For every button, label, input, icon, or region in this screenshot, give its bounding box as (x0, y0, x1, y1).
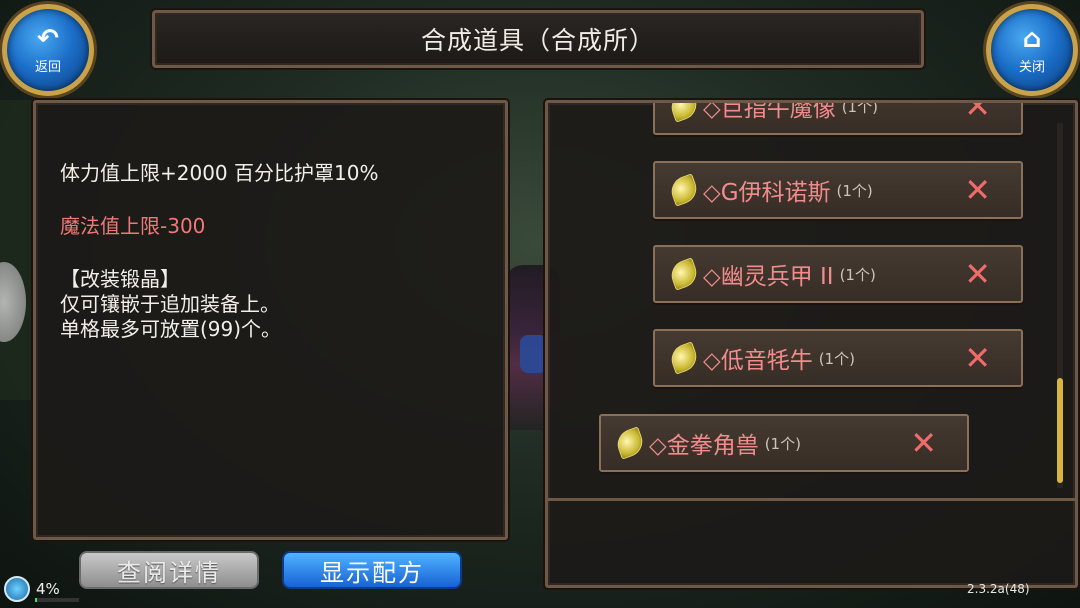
status-percent: 4% (36, 580, 60, 598)
material-count: (1个) (841, 103, 878, 116)
result-slot-area (548, 498, 1075, 585)
description-category: 【改装锻晶】 (60, 267, 180, 291)
item-description: 体力值上限+2000 百分比护罩10% 魔法值上限-300 【改装锻晶】 仅可镶… (60, 161, 378, 342)
remove-material-button[interactable]: ✕ (964, 339, 991, 377)
page-title: 合成道具（合成所） (420, 26, 655, 55)
description-rule-2: 单格最多可放置(99)个。 (60, 317, 282, 341)
materials-list[interactable]: ◇巨指牛魔像 (1个) ✕ ◇G伊科诺斯 (1个) ✕ ◇幽灵兵甲 II (1个… (548, 103, 1075, 493)
status-progress-bar (35, 598, 79, 602)
title-bar: 合成道具（合成所） (152, 10, 924, 68)
material-count: (1个) (818, 349, 855, 368)
description-rule-1: 仅可镶嵌于追加装备上。 (60, 292, 280, 316)
leaf-crystal-icon (667, 103, 701, 123)
materials-scrollbar-thumb[interactable] (1057, 378, 1063, 483)
material-count: (1个) (839, 265, 876, 284)
version-label: 2.3.2a(48) (967, 582, 1030, 596)
home-icon: ⌂ (1022, 23, 1042, 54)
back-button-label: 返回 (34, 59, 61, 75)
material-item[interactable]: ◇G伊科诺斯 (1个) ✕ (653, 161, 1023, 219)
return-arrow-icon: ↶ (37, 23, 59, 54)
remove-material-button[interactable]: ✕ (964, 255, 991, 293)
material-item-dragging[interactable]: ◇金拳角兽 (1个) ✕ (599, 414, 969, 472)
remove-material-button[interactable]: ✕ (964, 171, 991, 209)
material-name: ◇低音牦牛 (703, 348, 813, 374)
leaf-crystal-icon (613, 426, 647, 460)
material-item[interactable]: ◇巨指牛魔像 (1个) ✕ (653, 103, 1023, 135)
player-character-accessory (520, 335, 548, 373)
remove-material-button[interactable]: ✕ (910, 424, 937, 462)
material-item[interactable]: ◇低音牦牛 (1个) ✕ (653, 329, 1023, 387)
leaf-crystal-icon (667, 173, 701, 207)
material-count: (1个) (764, 434, 801, 453)
material-name: ◇G伊科诺斯 (703, 180, 831, 206)
materials-panel: ◇巨指牛魔像 (1个) ✕ ◇G伊科诺斯 (1个) ✕ ◇幽灵兵甲 II (1个… (545, 100, 1078, 588)
material-name: ◇幽灵兵甲 II (703, 264, 834, 290)
description-negative-stat: 魔法值上限-300 (60, 214, 206, 238)
leaf-crystal-icon (667, 257, 701, 291)
material-item[interactable]: ◇幽灵兵甲 II (1个) ✕ (653, 245, 1023, 303)
material-count: (1个) (836, 181, 873, 200)
description-stat-line: 体力值上限+2000 百分比护罩10% (60, 161, 379, 185)
view-details-button[interactable]: 查阅详情 (79, 551, 259, 589)
material-name: ◇巨指牛魔像 (703, 103, 836, 122)
remove-material-button[interactable]: ✕ (964, 103, 991, 125)
loading-ring-icon (4, 576, 30, 602)
item-description-panel: 体力值上限+2000 百分比护罩10% 魔法值上限-300 【改装锻晶】 仅可镶… (33, 100, 508, 540)
back-button[interactable]: ↶ 返回 (2, 4, 94, 96)
close-button[interactable]: ⌂ 关闭 (986, 4, 1078, 96)
leaf-crystal-icon (667, 341, 701, 375)
show-recipe-button[interactable]: 显示配方 (282, 551, 462, 589)
close-button-label: 关闭 (1018, 59, 1045, 75)
status-progress-fill (35, 598, 37, 602)
material-name: ◇金拳角兽 (649, 433, 759, 459)
